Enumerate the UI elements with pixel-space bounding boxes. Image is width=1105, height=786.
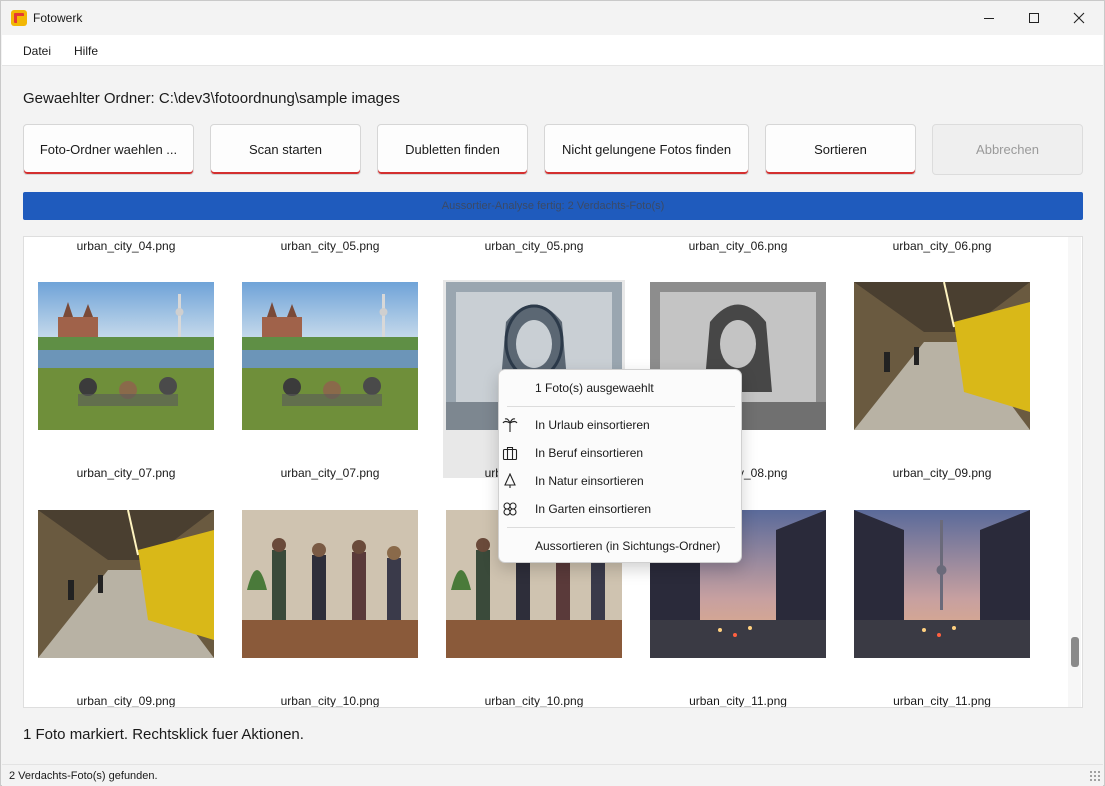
choose-folder-button[interactable]: Foto-Ordner waehlen ... — [23, 124, 194, 175]
menu-item-urlaub[interactable]: In Urlaub einsortieren — [499, 412, 741, 438]
menu-divider — [507, 527, 735, 528]
palm-tree-icon — [502, 418, 518, 432]
photo-thumbnail[interactable] — [854, 282, 1030, 430]
photo-caption: urban_city_07.png — [76, 466, 176, 480]
briefcase-icon — [502, 446, 518, 461]
selection-status: 1 Foto markiert. Rechtsklick fuer Aktion… — [23, 726, 304, 743]
menu-item-aussortieren[interactable]: Aussortieren (in Sichtungs-Ordner) — [499, 533, 741, 559]
photo-caption: urban_city_09.png — [892, 466, 992, 480]
context-menu: 1 Foto(s) ausgewaehlt In Urlaub einsorti… — [498, 369, 742, 563]
menu-item-garten[interactable]: In Garten einsortieren — [499, 496, 741, 522]
status-bar: 2 Verdachts-Foto(s) gefunden. — [2, 764, 1103, 786]
title-bar[interactable]: Fotowerk — [1, 1, 1104, 35]
menu-item-natur[interactable]: In Natur einsortieren — [499, 468, 741, 494]
resize-grip-icon[interactable] — [1089, 770, 1101, 782]
cancel-button[interactable]: Abbrechen — [932, 124, 1083, 175]
close-icon — [1073, 12, 1085, 24]
progress-bar: Aussortier-Analyse fertig: 2 Verdachts-F… — [23, 192, 1083, 220]
menu-hilfe[interactable]: Hilfe — [74, 44, 98, 58]
selected-folder-label: Gewaehlter Ordner: C:\dev3\fotoordnung\s… — [23, 90, 400, 107]
minimize-icon — [984, 17, 994, 19]
close-button[interactable] — [1056, 1, 1102, 35]
photo-thumbnail[interactable] — [38, 510, 214, 658]
maximize-icon — [1029, 13, 1039, 23]
photo-caption: urban_city_11.png — [893, 694, 991, 708]
menu-datei[interactable]: Datei — [23, 44, 51, 58]
status-bar-text: 2 Verdachts-Foto(s) gefunden. — [9, 770, 158, 782]
progress-text: Aussortier-Analyse fertig: 2 Verdachts-F… — [441, 200, 665, 212]
photo-caption: urban_city_09.png — [76, 694, 176, 708]
menu-bar: Datei Hilfe — [2, 35, 1103, 66]
scan-button[interactable]: Scan starten — [210, 124, 361, 175]
photo-caption: urban_city_05.png — [280, 239, 380, 253]
photo-caption: urban_city_11.png — [689, 694, 787, 708]
sort-button[interactable]: Sortieren — [765, 124, 916, 175]
tree-icon — [504, 473, 516, 488]
photo-thumbnail[interactable] — [242, 282, 418, 430]
find-duplicates-button[interactable]: Dubletten finden — [377, 124, 528, 175]
photo-thumbnail[interactable] — [242, 510, 418, 658]
photo-thumbnail[interactable] — [38, 282, 214, 430]
app-logo-icon — [11, 10, 27, 26]
gallery-scrollbar-thumb[interactable] — [1071, 637, 1079, 667]
photo-caption: urban_city_10.png — [280, 694, 380, 708]
context-menu-header: 1 Foto(s) ausgewaehlt — [535, 381, 654, 395]
main-window: Fotowerk Datei Hilfe Gewaehlter Ordner: … — [0, 0, 1105, 786]
maximize-button[interactable] — [1011, 1, 1057, 35]
photo-caption: urban_city_04.png — [76, 239, 176, 253]
window-title: Fotowerk — [33, 11, 83, 25]
flower-icon — [503, 502, 517, 516]
photo-caption: urban_city_10.png — [484, 694, 584, 708]
photo-caption: urban_city_07.png — [280, 466, 380, 480]
photo-caption: urban_city_05.png — [484, 239, 584, 253]
photo-thumbnail[interactable] — [854, 510, 1030, 658]
photo-caption: urban_city_06.png — [892, 239, 992, 253]
menu-divider — [507, 406, 735, 407]
minimize-button[interactable] — [966, 1, 1012, 35]
find-failed-photos-button[interactable]: Nicht gelungene Fotos finden — [544, 124, 749, 175]
photo-caption: urban_city_06.png — [688, 239, 788, 253]
menu-item-beruf[interactable]: In Beruf einsortieren — [499, 440, 741, 466]
